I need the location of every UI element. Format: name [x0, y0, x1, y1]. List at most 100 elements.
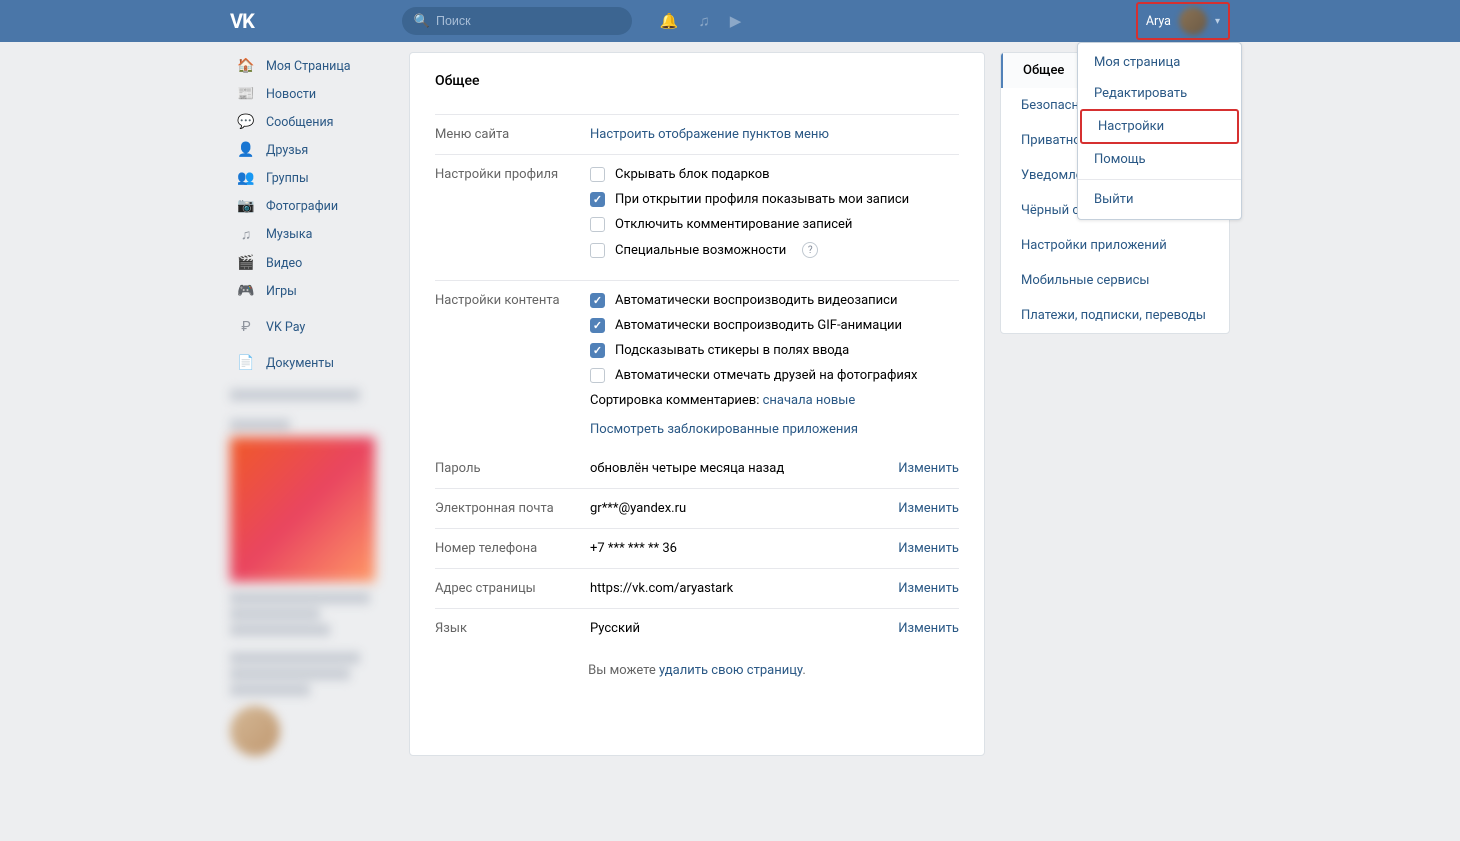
- checkbox-label: Подсказывать стикеры в полях ввода: [615, 343, 849, 358]
- change-link[interactable]: Изменить: [898, 461, 959, 476]
- nav-vkpay[interactable]: ₽ VK Pay: [230, 313, 394, 341]
- search-icon: 🔍: [414, 14, 430, 29]
- search-input[interactable]: [436, 14, 620, 28]
- nav-icon: 👥: [236, 170, 256, 186]
- change-link[interactable]: Изменить: [898, 501, 959, 516]
- blurred-content: [230, 592, 394, 696]
- nav-item[interactable]: 🎬 Видео: [230, 249, 394, 277]
- checkbox[interactable]: [590, 217, 605, 232]
- nav-item[interactable]: 👥 Группы: [230, 164, 394, 192]
- blurred-content: [230, 389, 394, 431]
- checkbox-label: Отключить комментирование записей: [615, 217, 852, 232]
- info-value: обновлён четыре месяца назад: [590, 461, 898, 476]
- nav-item[interactable]: 📷Фотографии: [230, 192, 394, 220]
- checkbox-row: Отключить комментирование записей: [590, 217, 959, 232]
- left-sidebar: 🏠Моя Страница 📰 Новости 💬 Сообщения 👤 Друзья 👥 Г…: [230, 52, 394, 756]
- main-content: Общее Меню сайта Настроить отображение п…: [409, 52, 985, 756]
- change-link[interactable]: Изменить: [898, 541, 959, 556]
- checkbox[interactable]: [590, 243, 605, 258]
- checkbox[interactable]: [590, 293, 605, 308]
- profile-menu-trigger[interactable]: Arya ▾: [1136, 2, 1230, 40]
- change-link[interactable]: Изменить: [898, 621, 959, 636]
- nav-item[interactable]: 🏠Моя Страница: [230, 52, 394, 80]
- help-icon[interactable]: ?: [802, 242, 818, 258]
- checkbox[interactable]: [590, 192, 605, 207]
- info-label: Язык: [435, 621, 590, 636]
- nav-icon: 🏠: [236, 58, 256, 74]
- notifications-icon[interactable]: 🔔: [660, 12, 679, 30]
- nav-icon: 📰: [236, 86, 256, 102]
- info-row: Номер телефона +7 *** *** ** 36 Изменить: [435, 528, 959, 568]
- dropdown-item[interactable]: Помощь: [1078, 144, 1241, 175]
- dropdown-item[interactable]: Моя страница: [1078, 47, 1241, 78]
- dropdown-item[interactable]: Редактировать: [1078, 78, 1241, 109]
- delete-page-footer: Вы можете удалить свою страницу.: [435, 648, 959, 683]
- checkbox-row: Автоматически воспроизводить видеозаписи: [590, 293, 959, 308]
- right-sidebar: ОбщееБезопасностьПриватностьУведомленияЧ…: [1000, 52, 1230, 756]
- checkbox-row: Скрывать блок подарков: [590, 167, 959, 182]
- info-value: gr***@yandex.ru: [590, 501, 898, 516]
- info-row: Электронная почта gr***@yandex.ru Измени…: [435, 488, 959, 528]
- nav-icon: 🎮: [236, 283, 256, 299]
- music-icon[interactable]: ♫: [698, 12, 709, 30]
- delete-page-link[interactable]: удалить свою страницу: [659, 663, 802, 678]
- nav-icon: 💬: [236, 114, 256, 130]
- info-value: Русский: [590, 621, 898, 636]
- nav-item[interactable]: 👤 Друзья: [230, 136, 394, 164]
- vk-logo[interactable]: VK: [230, 9, 254, 33]
- settings-nav-item[interactable]: Настройки приложений: [1001, 228, 1229, 263]
- nav-icon: 🎬: [236, 255, 256, 271]
- vkpay-icon: ₽: [236, 319, 256, 335]
- change-link[interactable]: Изменить: [898, 581, 959, 596]
- info-label: Номер телефона: [435, 541, 590, 556]
- section-label: Настройки контента: [435, 293, 590, 437]
- checkbox-label: Скрывать блок подарков: [615, 167, 770, 182]
- dropdown-item[interactable]: Настройки: [1080, 109, 1239, 144]
- info-row: Язык Русский Изменить: [435, 608, 959, 648]
- nav-item[interactable]: 📰 Новости: [230, 80, 394, 108]
- checkbox[interactable]: [590, 368, 605, 383]
- album-thumbnail[interactable]: [230, 437, 375, 582]
- avatar: [1179, 7, 1207, 35]
- nav-label: VK Pay: [266, 320, 305, 335]
- nav-label: Группы: [266, 171, 309, 186]
- documents-icon: 📄: [236, 355, 256, 371]
- info-label: Адрес страницы: [435, 581, 590, 596]
- checkbox-label: При открытии профиля показывать мои запи…: [615, 192, 909, 207]
- nav-item[interactable]: ♫Музыка: [230, 220, 394, 249]
- checkbox-label: Специальные возможности: [615, 243, 786, 258]
- checkbox[interactable]: [590, 318, 605, 333]
- sort-label: Сортировка комментариев:: [590, 393, 763, 408]
- nav-documents[interactable]: 📄 Документы: [230, 349, 394, 377]
- chevron-down-icon: ▾: [1215, 16, 1220, 27]
- info-label: Электронная почта: [435, 501, 590, 516]
- nav-label: Новости: [266, 87, 316, 102]
- search-box[interactable]: 🔍: [402, 7, 632, 35]
- nav-item[interactable]: 🎮 Игры: [230, 277, 394, 305]
- checkbox-label: Автоматически воспроизводить GIF-анимаци…: [615, 318, 902, 333]
- info-label: Пароль: [435, 461, 590, 476]
- nav-label: Игры: [266, 284, 297, 299]
- checkbox[interactable]: [590, 343, 605, 358]
- checkbox-row: Автоматически воспроизводить GIF-анимаци…: [590, 318, 959, 333]
- nav-label: Документы: [266, 356, 334, 371]
- settings-nav-item[interactable]: Платежи, подписки, переводы: [1001, 298, 1229, 333]
- dropdown-item[interactable]: Выйти: [1078, 184, 1241, 215]
- checkbox-row: При открытии профиля показывать мои запи…: [590, 192, 959, 207]
- info-value: https://vk.com/aryastark: [590, 581, 898, 596]
- blocked-apps-link[interactable]: Посмотреть заблокированные приложения: [590, 422, 858, 437]
- nav-label: Сообщения: [266, 115, 334, 130]
- nav-icon: 👤: [236, 142, 256, 158]
- nav-label: Видео: [266, 256, 302, 271]
- settings-nav-item[interactable]: Мобильные сервисы: [1001, 263, 1229, 298]
- menu-config-link[interactable]: Настроить отображение пунктов меню: [590, 127, 829, 142]
- section-label: Настройки профиля: [435, 167, 590, 268]
- sort-value-link[interactable]: сначала новые: [763, 393, 856, 408]
- info-row: Пароль обновлён четыре месяца назад Изме…: [435, 449, 959, 488]
- nav-label: Друзья: [266, 143, 308, 158]
- nav-item[interactable]: 💬 Сообщения: [230, 108, 394, 136]
- person-thumbnail[interactable]: [230, 706, 280, 756]
- checkbox[interactable]: [590, 167, 605, 182]
- info-value: +7 *** *** ** 36: [590, 541, 898, 556]
- video-icon[interactable]: ▶: [730, 12, 742, 30]
